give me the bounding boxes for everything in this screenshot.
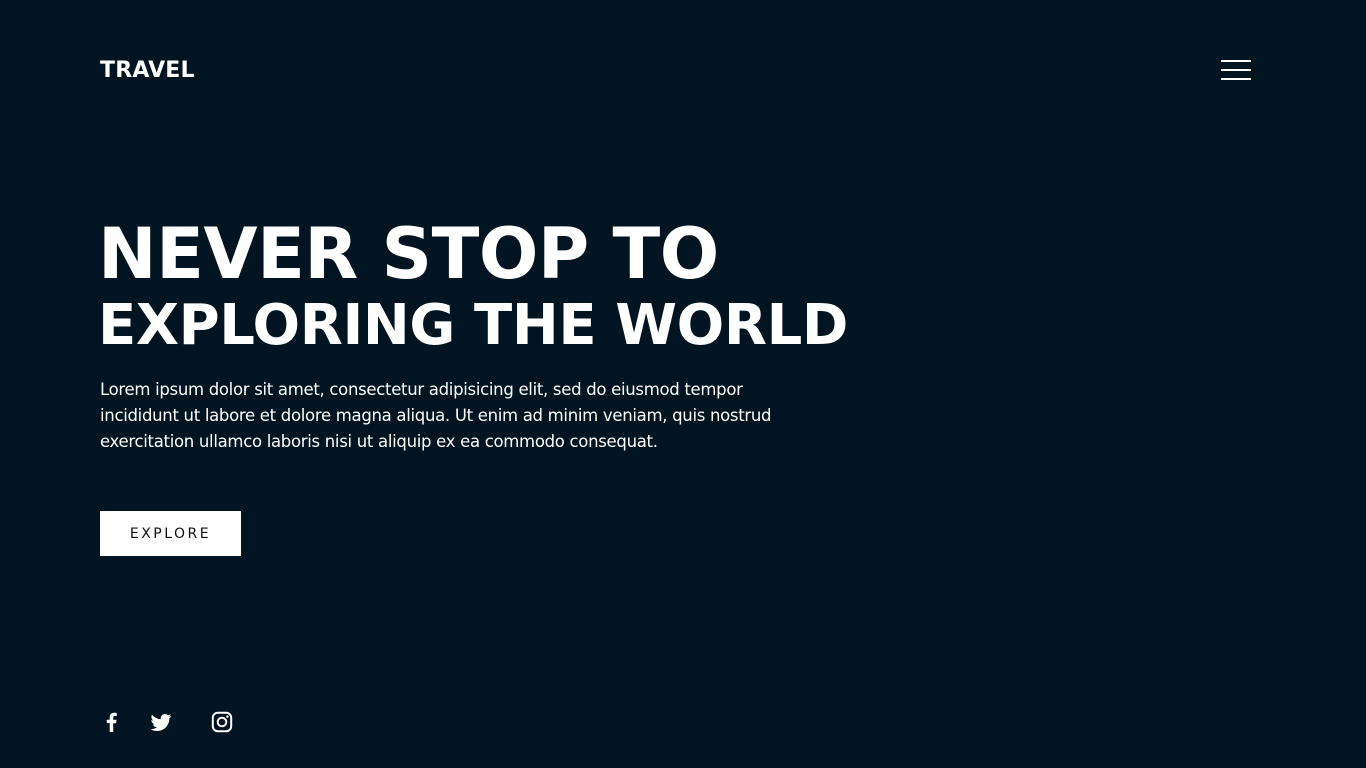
menu-bar-middle [1221, 69, 1251, 71]
menu-bar-bottom [1221, 78, 1251, 80]
facebook-icon[interactable] [100, 710, 124, 734]
hamburger-menu-icon[interactable] [1221, 59, 1251, 81]
hero-title: NEVER STOP TO EXPLORING THE WORLD [98, 214, 848, 358]
landing-page: TRAVEL NEVER STOP TO EXPLORING THE WORLD… [0, 0, 1366, 768]
site-logo[interactable]: TRAVEL [100, 56, 195, 86]
hero-description: Lorem ipsum dolor sit amet, consectetur … [100, 380, 772, 451]
explore-button[interactable]: EXPLORE [100, 511, 241, 556]
hero-title-line1: NEVER STOP TO [98, 213, 719, 295]
menu-bar-top [1221, 60, 1251, 62]
twitter-icon[interactable] [149, 710, 173, 734]
instagram-icon[interactable] [210, 710, 234, 734]
hero-title-line2: EXPLORING THE WORLD [98, 293, 848, 358]
